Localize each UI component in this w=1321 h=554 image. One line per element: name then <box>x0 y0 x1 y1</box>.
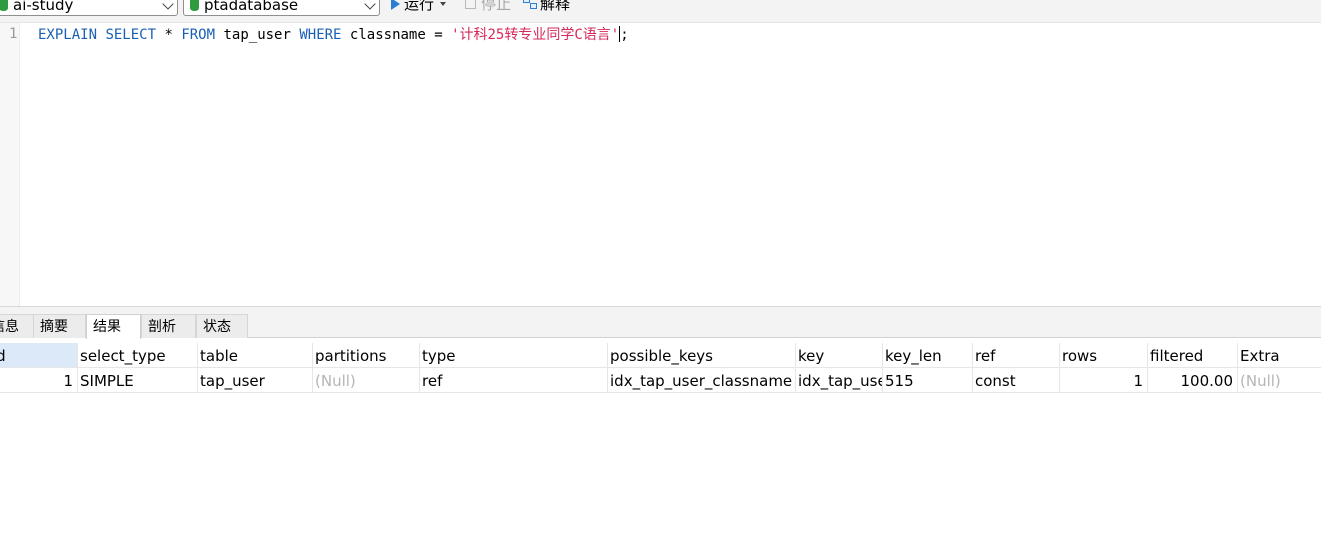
sql-table-name: tap_user <box>215 27 300 43</box>
dropdown-caret-icon[interactable] <box>440 2 447 6</box>
column-header-type[interactable]: type <box>420 343 608 367</box>
stop-button[interactable]: 停止 <box>465 0 511 16</box>
stop-label: 停止 <box>481 0 512 13</box>
column-header-rows[interactable]: rows <box>1060 343 1148 367</box>
cell-possible-keys[interactable]: idx_tap_user_classname <box>608 368 796 392</box>
cell-id[interactable]: 1 <box>0 368 78 392</box>
chevron-down-icon <box>162 0 174 10</box>
cell-partitions[interactable]: (Null) <box>313 368 420 392</box>
line-gutter: 1 <box>0 23 20 306</box>
play-icon <box>391 0 400 10</box>
cell-rows[interactable]: 1 <box>1060 368 1148 392</box>
sql-code-line[interactable]: EXPLAIN SELECT * FROM tap_user WHERE cla… <box>38 26 629 44</box>
column-header-filtered[interactable]: filtered <box>1148 343 1238 367</box>
tab-status[interactable]: 状态 <box>196 314 248 338</box>
connection-select[interactable]: ai-study <box>0 0 178 16</box>
grid-header-row: id select_type table partitions type pos… <box>0 343 1321 368</box>
run-label: 运行 <box>404 0 435 13</box>
line-number: 1 <box>9 26 18 42</box>
column-header-partitions[interactable]: partitions <box>313 343 420 367</box>
column-header-key-len[interactable]: key_len <box>883 343 973 367</box>
tab-summary[interactable]: 摘要 <box>33 314 86 338</box>
toolbar: ai-study ptadatabase 运行 停止 解释 <box>0 0 1321 23</box>
chevron-down-icon <box>364 0 376 10</box>
sql-star: * <box>156 27 182 43</box>
cell-extra[interactable]: (Null) <box>1238 368 1321 392</box>
column-header-id[interactable]: id <box>0 343 78 367</box>
stop-icon <box>465 0 476 9</box>
database-value: ptadatabase <box>204 0 299 14</box>
keyword-where: WHERE <box>299 27 342 43</box>
explain-icon <box>523 0 537 10</box>
explain-label: 解释 <box>540 0 571 13</box>
database-icon <box>190 0 199 11</box>
cell-type[interactable]: ref <box>420 368 608 392</box>
cell-key-len[interactable]: 515 <box>883 368 973 392</box>
column-header-extra[interactable]: Extra <box>1238 343 1321 367</box>
tab-profile[interactable]: 剖析 <box>141 314 196 338</box>
keyword-select: SELECT <box>105 27 157 43</box>
keyword-from: FROM <box>181 27 216 43</box>
connection-icon <box>0 0 8 11</box>
cell-filtered[interactable]: 100.00 <box>1148 368 1238 392</box>
column-header-ref[interactable]: ref <box>973 343 1060 367</box>
column-header-select-type[interactable]: select_type <box>78 343 198 367</box>
cell-ref[interactable]: const <box>973 368 1060 392</box>
column-header-possible-keys[interactable]: possible_keys <box>608 343 796 367</box>
result-grid: id select_type table partitions type pos… <box>0 343 1321 393</box>
sql-semicolon: ; <box>620 27 629 43</box>
result-tabbar: 信息 摘要 结果 1 剖析 状态 <box>0 314 1321 359</box>
column-header-key[interactable]: key <box>796 343 883 367</box>
database-select[interactable]: ptadatabase <box>183 0 380 16</box>
tab-result-1[interactable]: 结果 1 <box>86 314 141 359</box>
cell-select-type[interactable]: SIMPLE <box>78 368 198 392</box>
keyword-explain: EXPLAIN <box>38 27 98 43</box>
sql-condition: classname = <box>341 27 452 43</box>
sql-editor[interactable]: 1 EXPLAIN SELECT * FROM tap_user WHERE c… <box>0 23 1321 307</box>
tab-info[interactable]: 信息 <box>0 314 34 338</box>
sql-string-literal: '计科25转专业同学C语言' <box>451 27 620 43</box>
panel-splitter[interactable] <box>0 307 1321 314</box>
explain-button[interactable]: 解释 <box>523 0 570 16</box>
table-row[interactable]: 1 SIMPLE tap_user (Null) ref idx_tap_use… <box>0 368 1321 393</box>
column-header-table[interactable]: table <box>198 343 313 367</box>
cell-key[interactable]: idx_tap_user_classname <box>796 368 883 392</box>
run-button[interactable]: 运行 <box>391 0 447 16</box>
connection-value: ai-study <box>13 0 74 14</box>
cell-table[interactable]: tap_user <box>198 368 313 392</box>
